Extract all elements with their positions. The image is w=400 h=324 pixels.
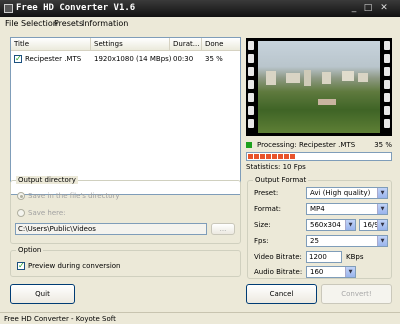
- file-list[interactable]: Title Settings Durat... Done Recipester …: [10, 37, 241, 195]
- table-row[interactable]: Recipester .MTS 1920x1080 (14 MBps) 00:3…: [11, 53, 240, 65]
- output-directory-group: Output directory Save in the file's dire…: [10, 176, 241, 244]
- row-done: 35 %: [205, 55, 223, 63]
- chevron-down-icon: ▼: [345, 220, 355, 230]
- processing-status-icon: [246, 142, 252, 148]
- video-bitrate-unit: KBps: [346, 253, 364, 261]
- fps-dropdown[interactable]: 25 ▼: [306, 235, 388, 247]
- save-in-file-directory-radio[interactable]: [17, 192, 25, 200]
- cancel-button[interactable]: Cancel: [246, 284, 317, 304]
- status-bar: Free HD Converter - Koyote Soft: [0, 312, 400, 324]
- browse-button[interactable]: ...: [211, 223, 235, 235]
- menu-presets[interactable]: Presets: [54, 19, 83, 28]
- processing-percent: 35 %: [374, 141, 392, 149]
- row-checkbox[interactable]: [14, 54, 22, 63]
- window-title: Free HD Converter V1.6: [16, 3, 136, 13]
- output-format-group: Output Format Preset: Avi (High quality)…: [247, 176, 392, 279]
- option-legend: Option: [16, 246, 44, 254]
- menu-information[interactable]: Information: [82, 19, 128, 28]
- row-settings: 1920x1080 (14 MBps): [94, 55, 172, 63]
- size-label: Size:: [254, 221, 271, 229]
- menu-bar: File Selection Presets Information: [0, 17, 400, 30]
- title-bar: Free HD Converter V1.6 _ □ ✕: [0, 0, 400, 17]
- file-list-header: Title Settings Durat... Done: [11, 38, 240, 51]
- output-directory-legend: Output directory: [16, 176, 78, 184]
- convert-button[interactable]: Convert!: [321, 284, 392, 304]
- save-in-file-directory-label: Save in the file's directory: [28, 192, 120, 200]
- audio-bitrate-value: 160: [310, 268, 324, 276]
- video-preview: [246, 38, 392, 136]
- menu-selection[interactable]: Selection: [21, 19, 58, 28]
- app-icon: [4, 4, 13, 13]
- preview-frame: [258, 41, 380, 133]
- film-strip-right: [382, 38, 392, 136]
- column-title[interactable]: Title: [11, 38, 91, 51]
- column-settings[interactable]: Settings: [91, 38, 170, 51]
- chevron-down-icon: ▼: [377, 220, 387, 230]
- processing-text: Processing: Recipester .MTS: [257, 141, 356, 149]
- statistics-text: Statistics: 10 Fps: [246, 163, 306, 171]
- close-button[interactable]: ✕: [378, 3, 390, 14]
- column-duration[interactable]: Durat...: [170, 38, 202, 51]
- video-bitrate-field[interactable]: 1200: [306, 251, 342, 263]
- size-value: 560x304: [310, 221, 341, 229]
- preset-dropdown[interactable]: Avi (High quality) ▼: [306, 187, 388, 199]
- maximize-button[interactable]: □: [362, 3, 374, 14]
- chevron-down-icon: ▼: [377, 188, 387, 198]
- aspect-dropdown[interactable]: 16/9 ▼: [359, 219, 388, 231]
- format-label: Format:: [254, 205, 282, 213]
- minimize-button[interactable]: _: [348, 3, 360, 14]
- output-path-field[interactable]: C:\Users\Public\Videos: [15, 223, 207, 235]
- processing-row: Processing: Recipester .MTS 35 %: [246, 141, 392, 151]
- audio-bitrate-label: Audio Bitrate:: [254, 268, 303, 276]
- preset-label: Preset:: [254, 189, 279, 197]
- chevron-down-icon: ▼: [377, 236, 387, 246]
- format-value: MP4: [310, 205, 325, 213]
- preset-value: Avi (High quality): [310, 189, 371, 197]
- preview-label: Preview during conversion: [28, 262, 121, 270]
- progress-bar: [246, 152, 392, 161]
- row-title: Recipester .MTS: [25, 55, 82, 63]
- chevron-down-icon: ▼: [377, 204, 387, 214]
- size-dropdown[interactable]: 560x304 ▼: [306, 219, 356, 231]
- audio-bitrate-dropdown[interactable]: 160 ▼: [306, 266, 356, 278]
- film-strip-left: [246, 38, 256, 136]
- progress-fill: [248, 154, 297, 159]
- output-format-legend: Output Format: [253, 176, 309, 184]
- column-done[interactable]: Done: [202, 38, 240, 51]
- save-here-label: Save here:: [28, 209, 66, 217]
- preview-checkbox[interactable]: [17, 261, 25, 270]
- menu-file[interactable]: File: [5, 19, 18, 28]
- row-duration: 00:30: [173, 55, 194, 63]
- fps-value: 25: [310, 237, 319, 245]
- main-panel: Title Settings Durat... Done Recipester …: [3, 31, 397, 311]
- option-group: Option Preview during conversion: [10, 246, 241, 277]
- fps-label: Fps:: [254, 237, 269, 245]
- save-here-radio[interactable]: [17, 209, 25, 217]
- app-window: Free HD Converter V1.6 _ □ ✕ File Select…: [0, 0, 400, 324]
- format-dropdown[interactable]: MP4 ▼: [306, 203, 388, 215]
- video-bitrate-label: Video Bitrate:: [254, 253, 302, 261]
- status-text: Free HD Converter - Koyote Soft: [4, 315, 116, 323]
- chevron-down-icon: ▼: [345, 267, 355, 277]
- quit-button[interactable]: Quit: [10, 284, 75, 304]
